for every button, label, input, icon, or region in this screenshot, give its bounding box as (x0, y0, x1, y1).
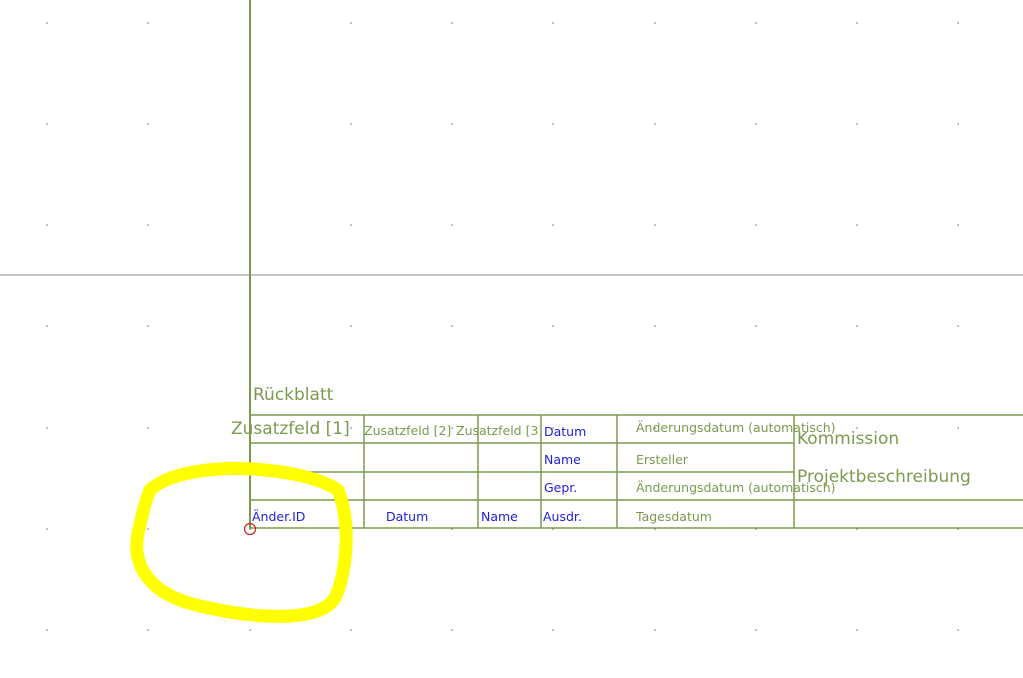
zusatzfeld-1-field: Zusatzfeld [1] (231, 419, 350, 439)
zusatzfeld-3-field: Zusatzfeld [3] (456, 425, 540, 438)
grid-dot (957, 123, 959, 125)
row-label-gepr: Gepr. (544, 480, 578, 495)
sheet-title: Rückblatt (253, 385, 334, 405)
grid-dot (451, 325, 453, 327)
grid-dot (451, 123, 453, 125)
grid-dot (147, 427, 149, 429)
grid-dot (147, 325, 149, 327)
revision-id-header: Änder.ID (252, 509, 306, 524)
grid-dot (856, 22, 858, 24)
grid-dot (147, 629, 149, 631)
grid-dot (654, 629, 656, 631)
grid-dot (755, 22, 757, 24)
row-label-datum: Datum (544, 424, 587, 439)
highlight-annotation-circle (130, 462, 353, 623)
grid-dot (147, 224, 149, 226)
grid-dot (856, 629, 858, 631)
grid-dot (46, 325, 48, 327)
grid-dot (957, 224, 959, 226)
grid-dot (350, 629, 352, 631)
grid-dot (46, 224, 48, 226)
grid-dot (249, 629, 251, 631)
grid-dot (552, 629, 554, 631)
dot-grid (46, 22, 959, 631)
grid-dot (46, 528, 48, 530)
grid-dot (552, 224, 554, 226)
grid-dot (552, 325, 554, 327)
grid-dot (957, 22, 959, 24)
grid-dot (755, 325, 757, 327)
row-value-print-date: Tagesdatum (636, 509, 712, 524)
grid-dot (856, 224, 858, 226)
project-description-field: Projektbeschreibung (797, 467, 971, 487)
grid-dot (755, 224, 757, 226)
grid-dot (350, 22, 352, 24)
row-label-name: Name (544, 452, 581, 467)
grid-dot (654, 22, 656, 24)
grid-dot (451, 629, 453, 631)
row-value-creator: Ersteller (636, 452, 688, 467)
grid-dot (654, 325, 656, 327)
grid-dot (46, 22, 48, 24)
grid-dot (451, 427, 453, 429)
grid-dot (552, 123, 554, 125)
grid-dot (46, 123, 48, 125)
grid-dot (552, 22, 554, 24)
grid-dot (755, 123, 757, 125)
grid-dot (350, 123, 352, 125)
grid-dot (46, 629, 48, 631)
grid-dot (147, 22, 149, 24)
commission-field: Kommission (797, 429, 900, 449)
row-label-ausdr: Ausdr. (543, 509, 582, 524)
grid-dot (350, 224, 352, 226)
revision-date-header: Datum (386, 509, 429, 524)
grid-dot (46, 427, 48, 429)
grid-dot (957, 629, 959, 631)
grid-dot (654, 123, 656, 125)
grid-dot (147, 123, 149, 125)
grid-dot (451, 224, 453, 226)
grid-dot (654, 224, 656, 226)
zusatzfeld-2-field: Zusatzfeld [2] (364, 423, 452, 438)
grid-dot (856, 325, 858, 327)
grid-dot (350, 427, 352, 429)
grid-dot (755, 629, 757, 631)
grid-dot (451, 22, 453, 24)
grid-dot (957, 427, 959, 429)
grid-dot (147, 528, 149, 530)
grid-dot (957, 325, 959, 327)
grid-dot (856, 123, 858, 125)
drawing-canvas[interactable] (0, 0, 1023, 678)
grid-dot (350, 325, 352, 327)
revision-name-header: Name (481, 509, 518, 524)
